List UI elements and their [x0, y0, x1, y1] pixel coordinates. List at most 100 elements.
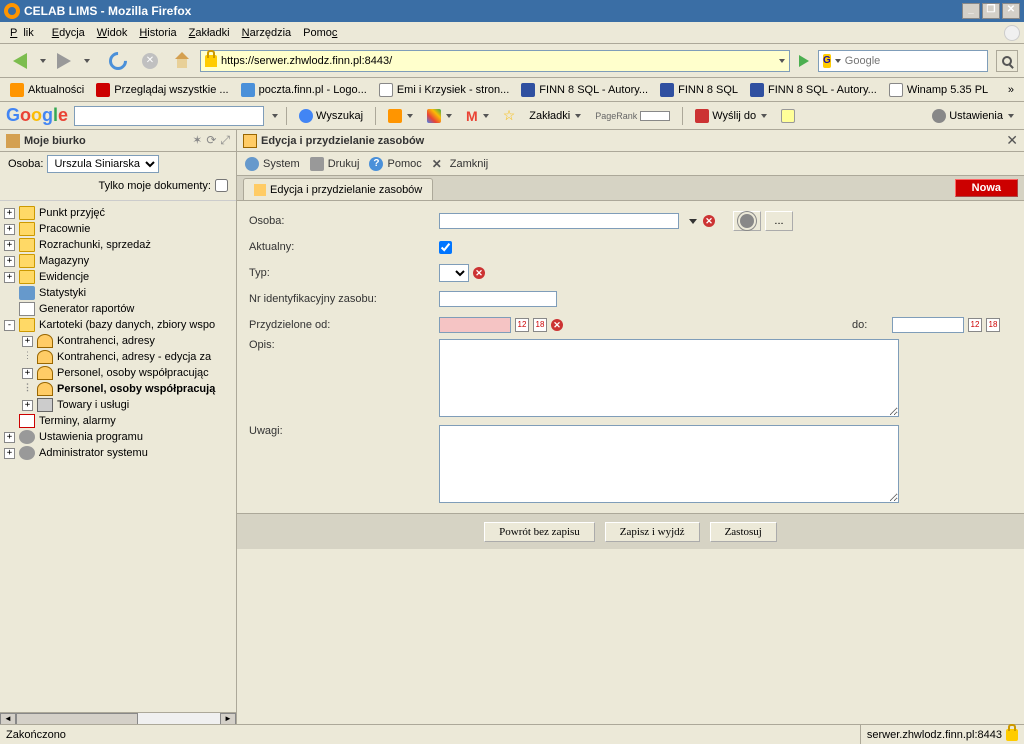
calendar-icon[interactable]: 18: [986, 318, 1000, 332]
bookmark-item[interactable]: Winamp 5.35 PL: [885, 81, 992, 99]
gmail-button[interactable]: M: [462, 106, 493, 126]
pagerank-indicator[interactable]: PageRank: [591, 109, 674, 123]
cancel-button[interactable]: Powrót bez zapisu: [484, 522, 595, 542]
search-go-button[interactable]: [996, 50, 1018, 72]
home-button[interactable]: [168, 47, 196, 75]
sidebar-action-icon[interactable]: ⟳: [206, 133, 216, 148]
select-typ[interactable]: [439, 264, 469, 282]
only-mine-checkbox[interactable]: [215, 179, 228, 192]
content-tab[interactable]: Edycja i przydzielanie zasobów: [243, 178, 433, 200]
calendar-icon[interactable]: 18: [533, 318, 547, 332]
more-button[interactable]: ...: [765, 211, 793, 231]
expand-icon[interactable]: +: [4, 224, 15, 235]
tree-item[interactable]: -Kartoteki (bazy danych, zbiory wspo: [0, 317, 236, 333]
collapse-icon[interactable]: -: [4, 320, 15, 331]
content-close-button[interactable]: ✕: [1006, 132, 1018, 149]
expand-icon[interactable]: +: [4, 448, 15, 459]
sidebar-action-icon[interactable]: ✶: [192, 133, 202, 148]
bookmarks-overflow[interactable]: »: [1004, 82, 1018, 98]
tree-item[interactable]: +Towary i usługi: [0, 397, 236, 413]
minimize-button[interactable]: _: [962, 3, 980, 19]
save-button[interactable]: Zapisz i wyjdź: [605, 522, 700, 542]
tree-item[interactable]: +Personel, osoby współpracując: [0, 365, 236, 381]
tree-item[interactable]: Statystyki: [0, 285, 236, 301]
expand-icon[interactable]: +: [22, 336, 33, 347]
expand-icon[interactable]: +: [4, 208, 15, 219]
menu-tools[interactable]: Narzędzia: [236, 25, 298, 41]
tree-item[interactable]: +Ewidencje: [0, 269, 236, 285]
sidebar-action-icon[interactable]: ⤢: [220, 133, 230, 148]
expand-icon[interactable]: +: [4, 432, 15, 443]
tree-item[interactable]: +Pracownie: [0, 221, 236, 237]
go-button[interactable]: [794, 51, 814, 71]
checkbox-aktualny[interactable]: [439, 241, 452, 254]
calendar-icon[interactable]: 12: [515, 318, 529, 332]
google-news-button[interactable]: [384, 107, 417, 125]
expand-icon[interactable]: +: [22, 400, 33, 411]
toolbar-close[interactable]: ✕Zamknij: [432, 157, 489, 171]
google-search-dropdown-icon[interactable]: [272, 114, 278, 118]
back-button[interactable]: [6, 47, 34, 75]
forward-button[interactable]: [50, 47, 78, 75]
expand-icon[interactable]: +: [4, 240, 15, 251]
toolbar-system[interactable]: System: [245, 157, 300, 171]
search-engine-dropdown-icon[interactable]: [835, 59, 841, 63]
input-osoba[interactable]: [439, 213, 679, 229]
tree-item[interactable]: +Rozrachunki, sprzedaż: [0, 237, 236, 253]
menu-bookmarks[interactable]: Zakładki: [183, 25, 236, 41]
tree-item[interactable]: +Punkt przyjęć: [0, 205, 236, 221]
expand-icon[interactable]: +: [4, 256, 15, 267]
tree-item[interactable]: +Administrator systemu: [0, 445, 236, 461]
calendar-icon[interactable]: 12: [968, 318, 982, 332]
clear-icon[interactable]: ✕: [473, 267, 485, 279]
bookmark-item[interactable]: Przeglądaj wszystkie ...: [92, 81, 232, 99]
bookmark-item[interactable]: FINN 8 SQL: [656, 81, 742, 99]
expand-icon[interactable]: +: [22, 368, 33, 379]
reload-button[interactable]: [104, 47, 132, 75]
textarea-opis[interactable]: [439, 339, 899, 417]
stop-button[interactable]: ✕: [136, 47, 164, 75]
tree-item[interactable]: Terminy, alarmy: [0, 413, 236, 429]
google-bookmarks-menu[interactable]: Zakładki: [525, 108, 585, 124]
dropdown-icon[interactable]: [689, 219, 697, 224]
close-button[interactable]: ✕: [1002, 3, 1020, 19]
tree-item[interactable]: ⋮Kontrahenci, adresy - edycja za: [0, 349, 236, 365]
menu-view[interactable]: Widok: [91, 25, 134, 41]
google-settings-button[interactable]: Ustawienia: [928, 107, 1018, 125]
bookmark-item[interactable]: Aktualności: [6, 81, 88, 99]
input-date-from[interactable]: [439, 317, 511, 333]
bookmark-item[interactable]: FINN 8 SQL - Autory...: [746, 81, 881, 99]
back-dropdown-icon[interactable]: [40, 59, 46, 63]
menu-help[interactable]: Pomoc: [297, 25, 343, 41]
settings-button[interactable]: [733, 211, 761, 231]
input-nr-id[interactable]: [439, 291, 557, 307]
menu-edit[interactable]: Edycja: [46, 25, 91, 41]
url-bar[interactable]: [200, 50, 790, 72]
bookmark-item[interactable]: Emi i Krzysiek - stron...: [375, 81, 513, 99]
restore-button[interactable]: ❐: [982, 3, 1000, 19]
apply-button[interactable]: Zastosuj: [710, 522, 777, 542]
tree-item[interactable]: Generator raportów: [0, 301, 236, 317]
search-input[interactable]: [845, 55, 987, 67]
tree-item-active[interactable]: ⋮Personel, osoby współpracują: [0, 381, 236, 397]
forward-dropdown-icon[interactable]: [84, 59, 90, 63]
google-bookmarks-button[interactable]: [423, 107, 456, 125]
clear-icon[interactable]: ✕: [703, 215, 715, 227]
tree-item[interactable]: +Magazyny: [0, 253, 236, 269]
google-highlight-button[interactable]: [777, 107, 799, 125]
url-input[interactable]: [221, 55, 777, 67]
google-share-button[interactable]: Wyślij do: [691, 107, 771, 125]
tree-item[interactable]: +Ustawienia programu: [0, 429, 236, 445]
search-box[interactable]: G: [818, 50, 988, 72]
google-search-button[interactable]: Wyszukaj: [295, 107, 367, 125]
bookmark-item[interactable]: poczta.finn.pl - Logo...: [237, 81, 371, 99]
menu-file[interactable]: Plik: [4, 25, 46, 41]
url-dropdown-icon[interactable]: [779, 59, 785, 63]
input-date-to[interactable]: [892, 317, 964, 333]
toolbar-print[interactable]: Drukuj: [310, 157, 360, 171]
clear-icon[interactable]: ✕: [551, 319, 563, 331]
textarea-uwagi[interactable]: [439, 425, 899, 503]
expand-icon[interactable]: +: [4, 272, 15, 283]
tree-item[interactable]: +Kontrahenci, adresy: [0, 333, 236, 349]
menu-history[interactable]: Historia: [133, 25, 182, 41]
